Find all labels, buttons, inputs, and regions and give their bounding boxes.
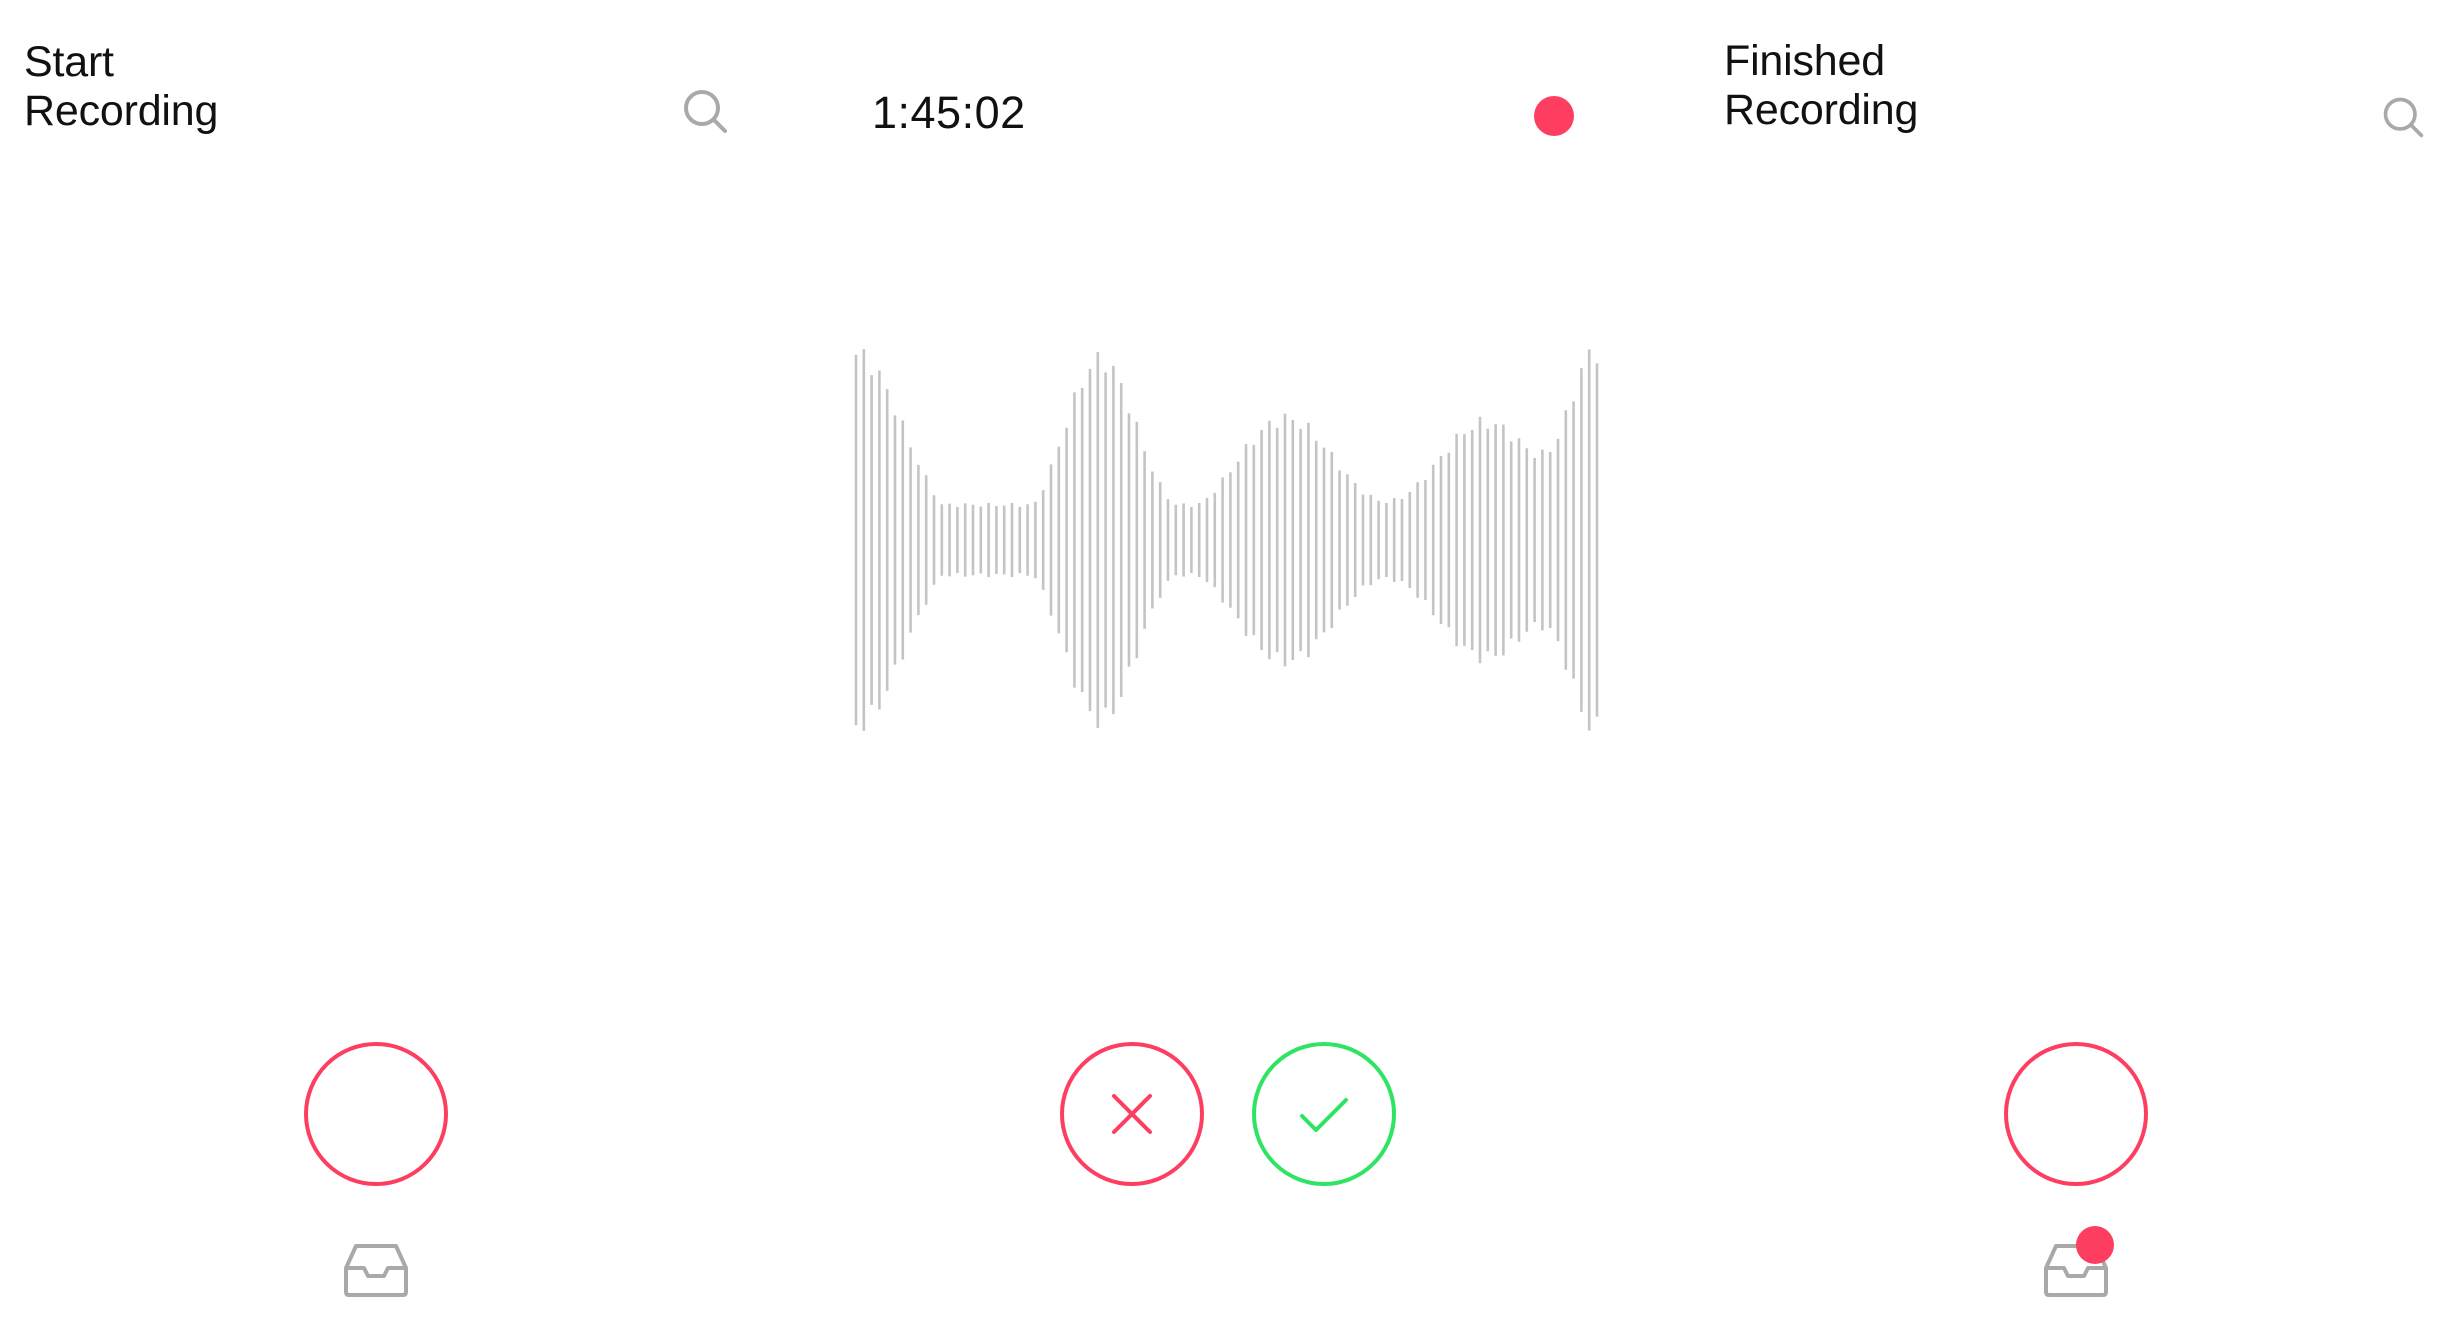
inbox-notification-badge — [2076, 1226, 2114, 1264]
record-button[interactable] — [2004, 1042, 2148, 1186]
confirm-button[interactable] — [1252, 1042, 1396, 1186]
start-title: Start Recording — [24, 38, 218, 136]
record-button[interactable] — [304, 1042, 448, 1186]
finished-title: Finished Recording — [1724, 37, 1918, 135]
search-icon[interactable] — [680, 86, 730, 136]
finished-title-line1: Finished — [1724, 37, 1885, 85]
close-icon — [1112, 1094, 1152, 1134]
search-icon[interactable] — [2380, 94, 2426, 140]
start-title-line1: Start — [24, 38, 114, 86]
recording-timer: 1:45:02 — [872, 87, 1026, 138]
finished-title-line2: Recording — [1724, 86, 1919, 134]
recording-indicator-dot — [1534, 96, 1574, 136]
start-title-line2: Recording — [24, 87, 219, 135]
audio-waveform — [854, 349, 1599, 731]
cancel-button[interactable] — [1060, 1042, 1204, 1186]
check-icon — [1300, 1098, 1348, 1132]
inbox-icon[interactable] — [342, 1242, 410, 1298]
